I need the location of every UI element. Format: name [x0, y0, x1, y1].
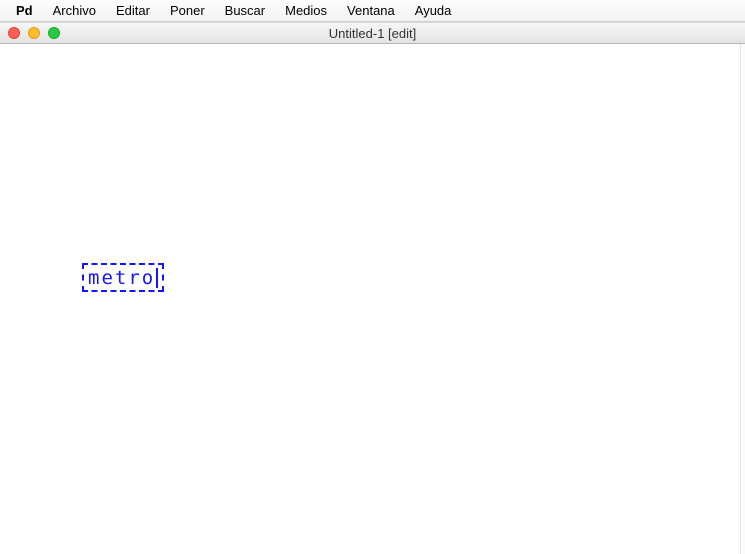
close-icon[interactable] [8, 27, 20, 39]
window-title: Untitled-1 [edit] [0, 26, 745, 41]
minimize-icon[interactable] [28, 27, 40, 39]
menu-item-archivo[interactable]: Archivo [43, 0, 106, 22]
window-right-edge [740, 44, 745, 554]
app-name: Pd [6, 3, 43, 18]
traffic-lights [8, 27, 60, 39]
zoom-icon[interactable] [48, 27, 60, 39]
object-box-editing[interactable]: metro [82, 263, 164, 292]
menu-item-editar[interactable]: Editar [106, 0, 160, 22]
menu-bar: Pd Archivo Editar Poner Buscar Medios Ve… [0, 0, 745, 22]
window-title-bar[interactable]: Untitled-1 [edit] [0, 22, 745, 44]
menu-item-poner[interactable]: Poner [160, 0, 215, 22]
menu-item-ventana[interactable]: Ventana [337, 0, 405, 22]
menu-item-buscar[interactable]: Buscar [215, 0, 275, 22]
menu-item-ayuda[interactable]: Ayuda [405, 0, 462, 22]
object-box-text[interactable]: metro [88, 267, 155, 289]
text-cursor-icon [156, 268, 158, 288]
menu-item-medios[interactable]: Medios [275, 0, 337, 22]
patch-canvas[interactable]: metro [0, 44, 745, 554]
